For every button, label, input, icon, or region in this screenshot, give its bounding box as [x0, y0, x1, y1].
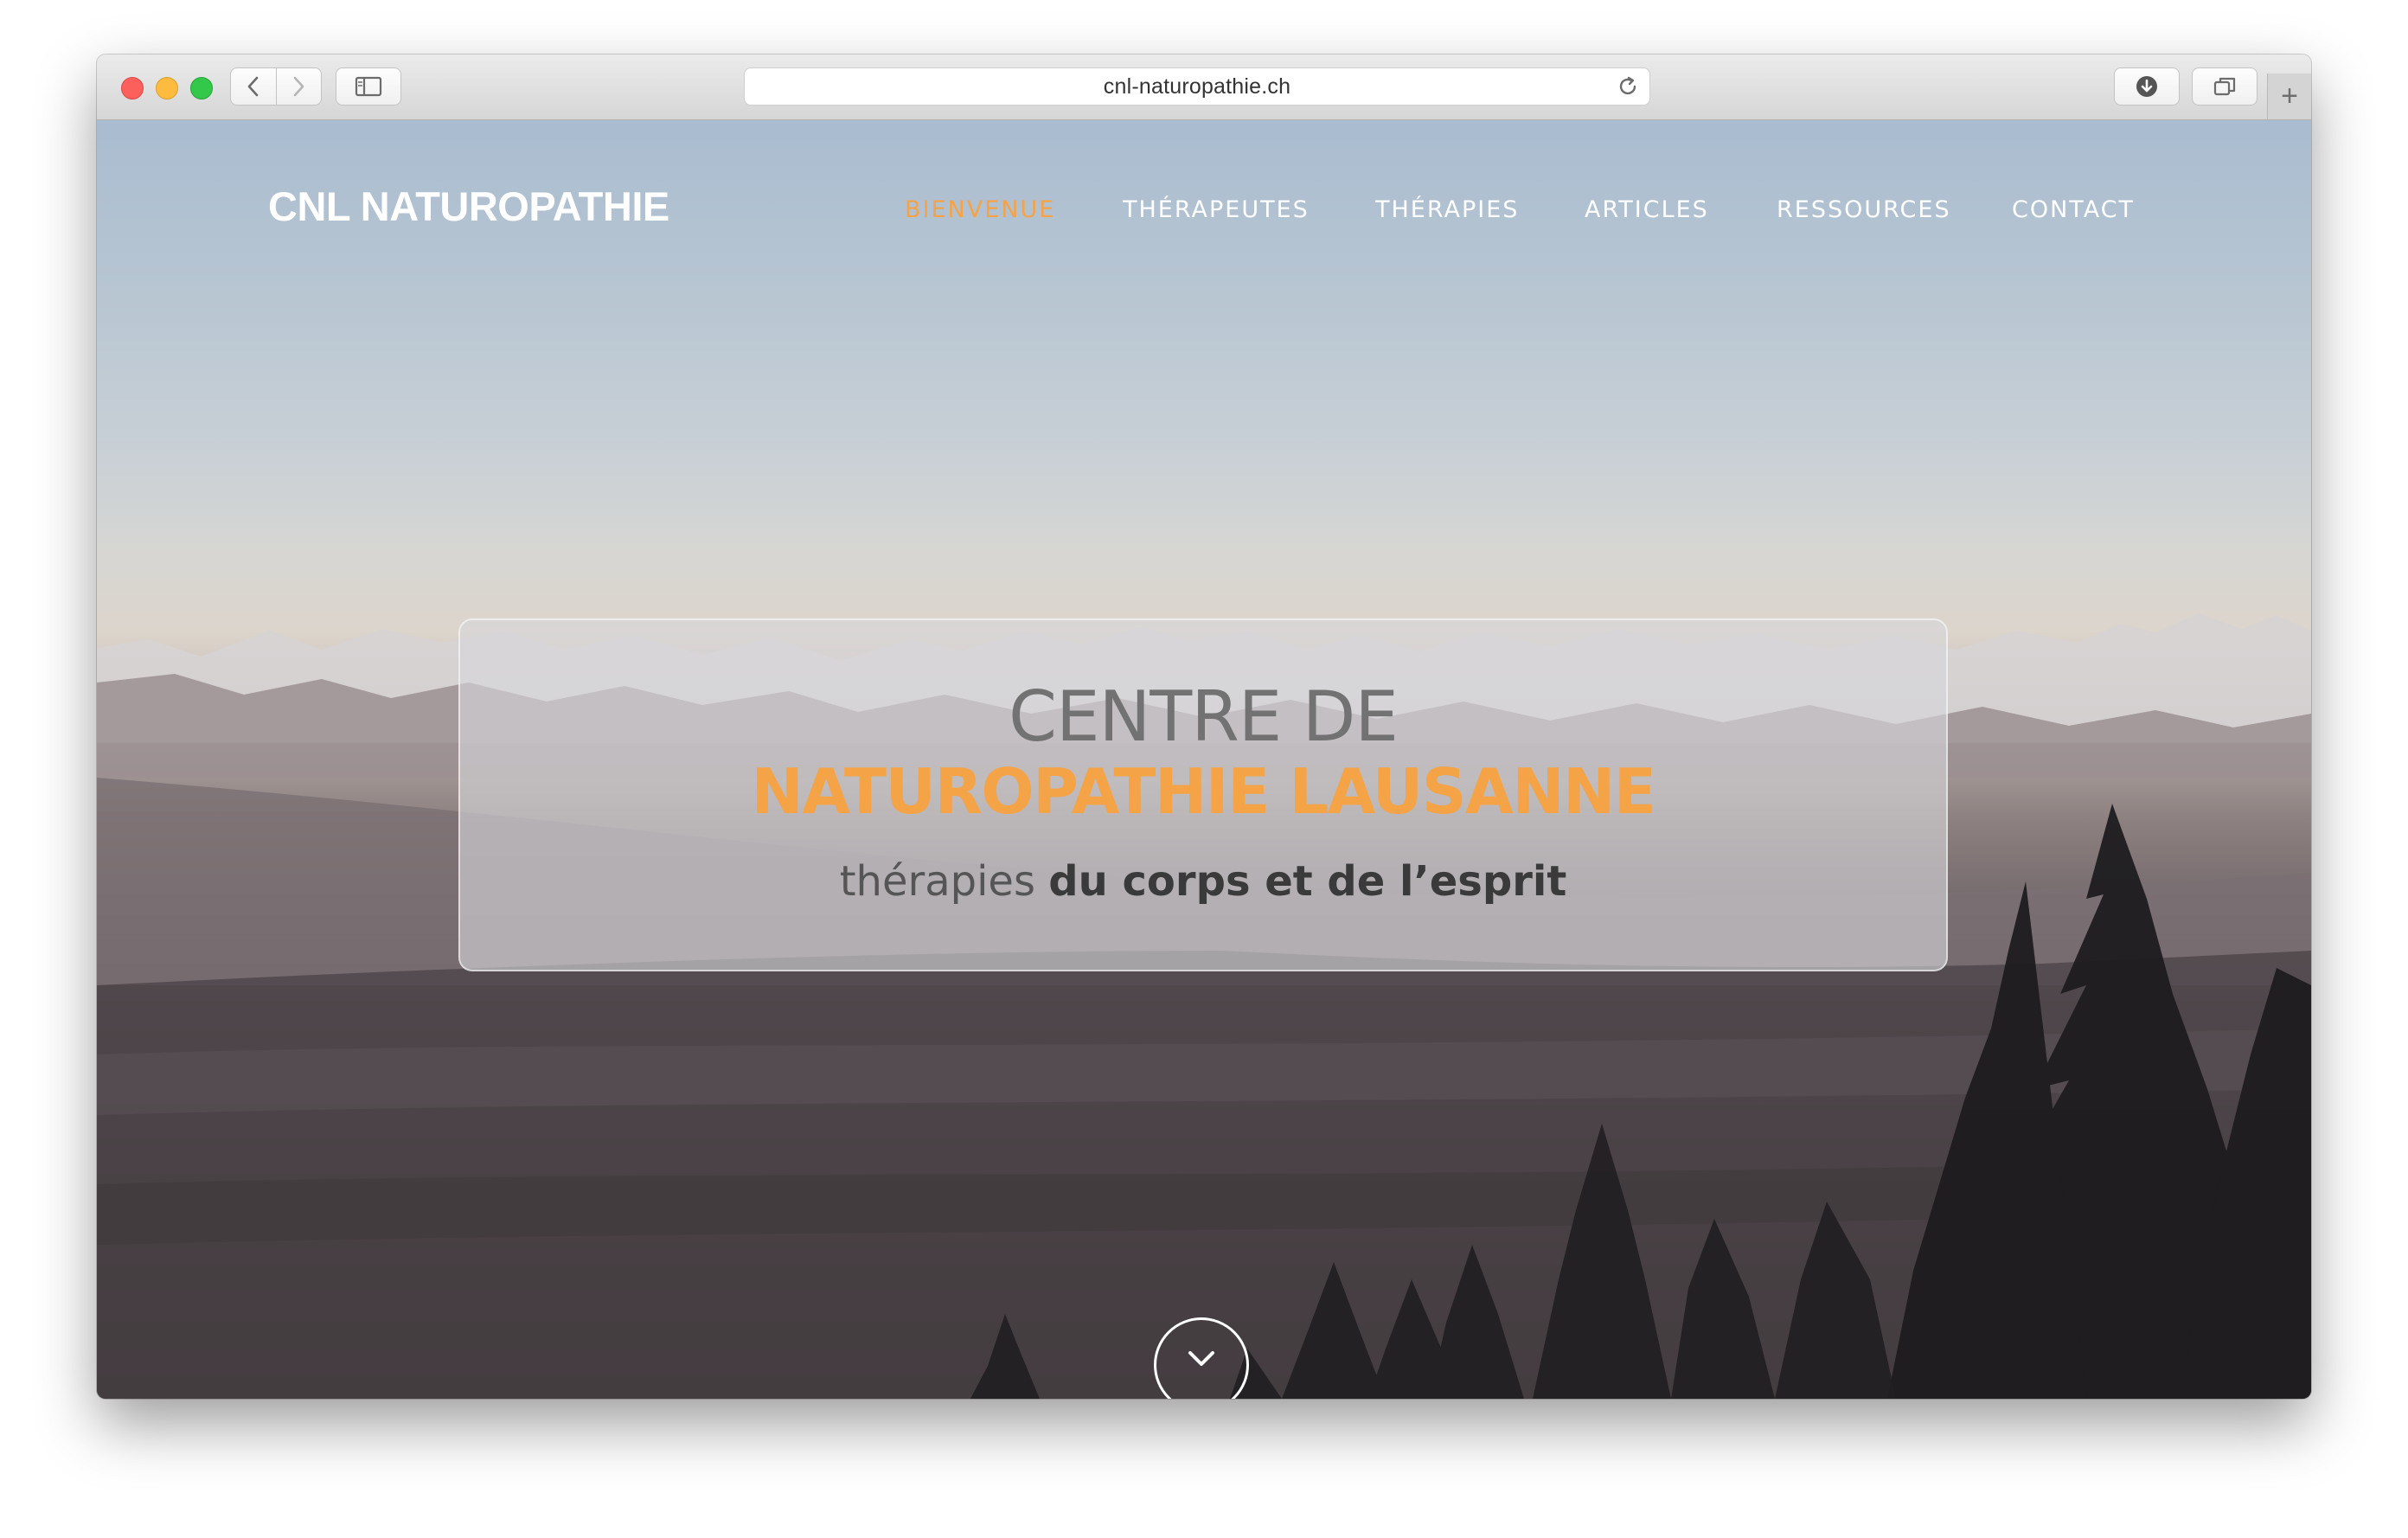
close-window-button[interactable]	[121, 77, 144, 99]
downloads-button[interactable]	[2114, 67, 2180, 106]
minimize-window-button[interactable]	[156, 77, 178, 99]
sidebar-icon	[355, 76, 382, 97]
sidebar-toggle-button[interactable]	[336, 67, 401, 106]
browser-window: cnl-naturopathie.ch + CNL NATUROPATHIE B…	[97, 54, 2311, 1399]
forward-button[interactable]	[275, 68, 322, 105]
nav-item-therapies[interactable]: THÉRAPIES	[1375, 196, 1519, 223]
tab-overview-button[interactable]	[2192, 67, 2258, 106]
chevron-down-icon	[1188, 1351, 1214, 1366]
plus-icon: +	[2281, 80, 2298, 112]
nav-item-ressources[interactable]: RESSOURCES	[1777, 196, 1951, 223]
nav-item-bienvenue[interactable]: BIENVENUE	[905, 196, 1055, 223]
main-navigation: BIENVENUE THÉRAPEUTES THÉRAPIES ARTICLES…	[97, 196, 2311, 231]
tabs-icon	[2213, 77, 2236, 96]
address-bar[interactable]: cnl-naturopathie.ch	[744, 67, 1650, 106]
nav-item-contact[interactable]: CONTACT	[2012, 196, 2135, 223]
hero-title-line1: CENTRE DE	[1009, 676, 1399, 757]
reload-icon[interactable]	[1617, 75, 1639, 98]
hero-subtitle: thérapies du corps et de l’esprit	[460, 861, 1946, 902]
hero-title-line2: NATUROPATHIE LAUSANNE	[751, 755, 1656, 828]
new-tab-button[interactable]: +	[2267, 74, 2311, 119]
hero-subtitle-bold: du corps et de l’esprit	[1048, 857, 1567, 906]
chevron-right-icon	[293, 76, 304, 97]
zoom-window-button[interactable]	[190, 77, 213, 99]
hero-section: CNL NATUROPATHIE BIENVENUE THÉRAPEUTES T…	[97, 120, 2311, 1399]
history-nav-group	[230, 67, 322, 106]
chevron-left-icon	[247, 76, 259, 97]
download-icon	[2136, 76, 2157, 97]
browser-toolbar: cnl-naturopathie.ch +	[97, 54, 2311, 120]
nav-item-articles[interactable]: ARTICLES	[1585, 196, 1709, 223]
url-text: cnl-naturopathie.ch	[1103, 74, 1291, 99]
hero-title-box: CENTRE DE NATUROPATHIE LAUSANNE thérapie…	[458, 618, 1948, 971]
hero-subtitle-light: thérapies	[839, 857, 1035, 906]
nav-item-therapeutes[interactable]: THÉRAPEUTES	[1123, 196, 1310, 223]
back-button[interactable]	[231, 68, 276, 105]
